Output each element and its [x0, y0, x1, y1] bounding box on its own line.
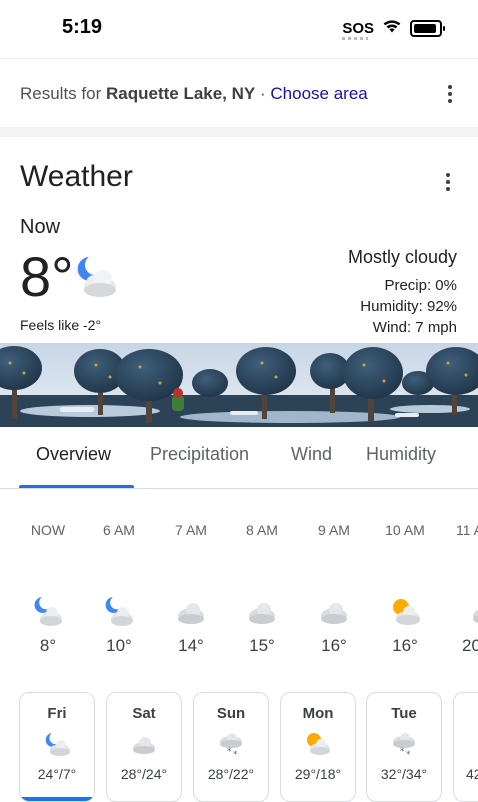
current-temperature: 8°	[20, 245, 74, 308]
day-name: Fri	[47, 705, 67, 722]
sun-cloud-icon	[375, 594, 435, 628]
hour-label: 7 AM	[175, 522, 207, 538]
hour-temperature: 14°	[178, 636, 204, 655]
feels-like: Feels like -2°	[20, 317, 102, 333]
hour-label: 6 AM	[103, 522, 135, 538]
day-card-partial[interactable]: 42	[453, 692, 478, 802]
now-label: Now	[20, 216, 61, 238]
cloud-icon	[447, 594, 478, 628]
svg-text:*: *	[233, 750, 238, 757]
tab-humidity[interactable]: Humidity	[366, 444, 436, 465]
results-more-options-icon[interactable]	[447, 85, 453, 103]
hour-temperature: 16°	[321, 636, 347, 655]
hour-temperature: 16°	[392, 636, 418, 655]
moon-cloud-icon	[43, 731, 71, 757]
status-bar: 5:19 SOS	[0, 0, 478, 58]
day-temps: 29°/18°	[294, 766, 342, 782]
snow-cloud-icon: * *	[390, 731, 418, 760]
condition-text: Mostly cloudy	[347, 247, 457, 267]
hour-temperature: 15°	[249, 636, 275, 655]
svg-text:*: *	[406, 750, 411, 757]
day-temps: 28°/22°	[207, 766, 255, 782]
day-temps: 24°/7°	[37, 766, 77, 782]
moon-cloud-icon	[89, 594, 149, 628]
choose-area-link[interactable]: Choose area	[270, 84, 367, 103]
tab-wind[interactable]: Wind	[291, 444, 332, 465]
cloud-icon	[304, 594, 364, 628]
weather-title: Weather	[20, 160, 133, 193]
day-card-sun[interactable]: Sun * * 28°/22°	[193, 692, 269, 802]
snow-cloud-icon: * *	[217, 731, 245, 760]
day-name: Mon	[302, 705, 334, 722]
day-name: Sun	[216, 705, 246, 722]
weather-more-options-icon[interactable]	[445, 173, 451, 191]
day-card-tue[interactable]: Tue * * 32°/34°	[366, 692, 442, 802]
hour-label: NOW	[30, 522, 66, 538]
status-time: 5:19	[62, 16, 103, 38]
day-temps: 32°/34°	[380, 766, 428, 782]
precip-value: Precip: 0%	[384, 277, 457, 294]
sun-cloud-icon	[304, 731, 332, 757]
sos-indicator: SOS	[342, 20, 374, 40]
weather-illustration	[0, 343, 478, 427]
cloud-icon	[130, 731, 158, 757]
hour-temperature: 20	[462, 636, 478, 655]
day-card-sat[interactable]: Sat 28°/24°	[106, 692, 182, 802]
day-card-fri[interactable]: Fri 24°/7°	[19, 692, 95, 802]
svg-text:*: *	[227, 747, 232, 757]
humidity-value: Humidity: 92%	[360, 298, 457, 315]
battery-icon	[410, 20, 445, 37]
svg-text:*: *	[400, 747, 405, 757]
location-name: Raquette Lake, NY	[105, 84, 256, 103]
hour-temperature: 8°	[39, 636, 57, 655]
moon-cloud-icon	[18, 594, 78, 628]
day-temps: 28°/24°	[120, 766, 168, 782]
results-for-location: Results for Raquette Lake, NY · Choose a…	[20, 84, 368, 103]
day-name: Sat	[132, 705, 156, 722]
moon-cloud-icon	[72, 253, 120, 306]
wind-value: Wind: 7 mph	[372, 319, 457, 336]
wifi-icon	[382, 18, 402, 39]
weather-tabs: Overview Precipitation Wind Humidity	[0, 430, 478, 488]
hour-temperature: 10°	[106, 636, 132, 655]
hour-label: 8 AM	[246, 522, 278, 538]
hour-label: 9 AM	[318, 522, 350, 538]
hour-label: 10 AM	[385, 522, 425, 538]
day-name: Tue	[391, 705, 417, 722]
selected-day-indicator	[20, 797, 94, 801]
cloud-icon	[232, 594, 292, 628]
tab-precipitation[interactable]: Precipitation	[150, 444, 249, 465]
day-card-mon[interactable]: Mon 29°/18°	[280, 692, 356, 802]
hour-label: 11 A	[456, 522, 478, 538]
cloud-icon	[161, 594, 221, 628]
tab-overview[interactable]: Overview	[36, 444, 111, 465]
day-temps: 42	[466, 766, 478, 782]
